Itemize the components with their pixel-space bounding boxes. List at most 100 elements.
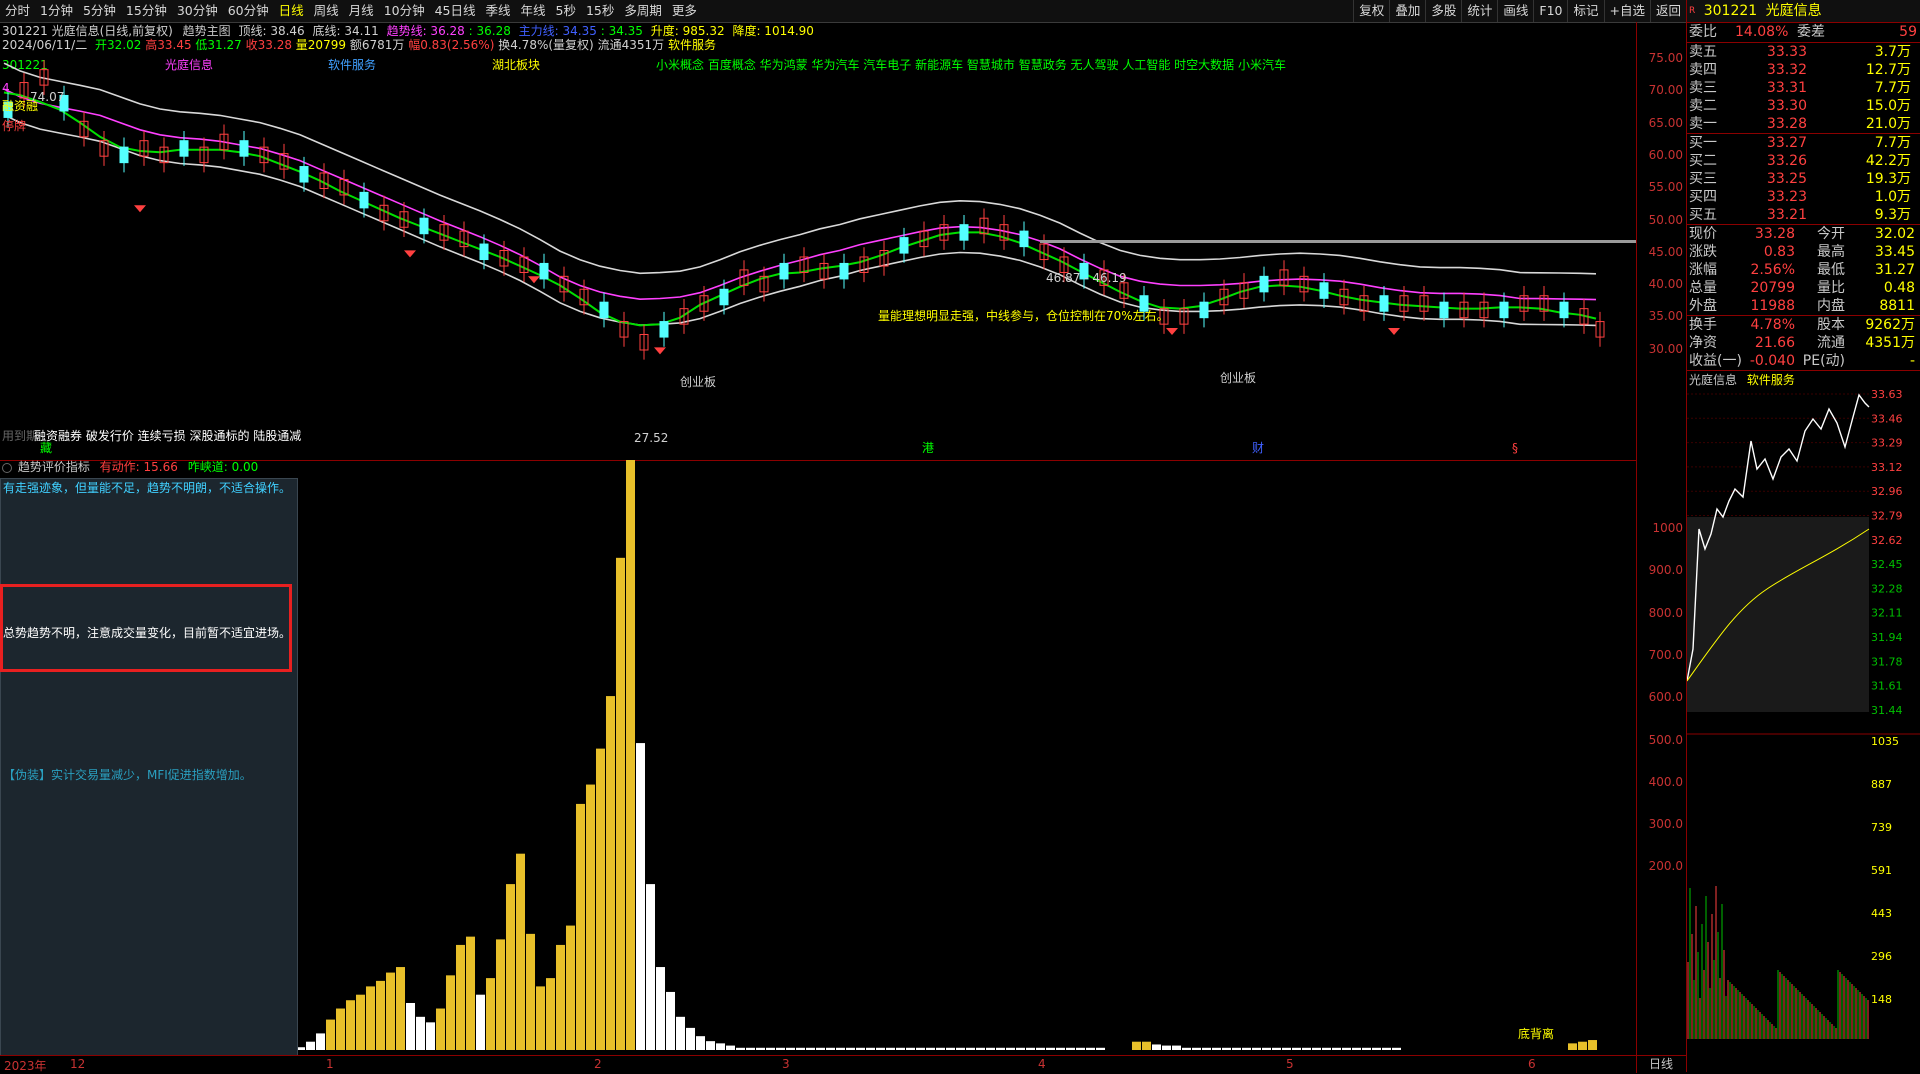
volume-bar (1152, 1044, 1161, 1050)
stat-label: 换手 (1689, 317, 1717, 333)
stat-row: 外盘 11988 内盘 8811 (1687, 297, 1920, 315)
toolbar-button[interactable]: 复权 (1353, 0, 1389, 22)
price-chart-panel[interactable]: 301221 光庭信息(日线,前复权) 趋势主图 顶线: 38.46 底线: 3… (0, 22, 1636, 461)
volume-bar (746, 1047, 755, 1050)
sell-marker-icon (404, 250, 416, 258)
volume-bar (856, 1047, 865, 1050)
mini-price-tick: 32.96 (1871, 485, 1903, 498)
mini-sector[interactable]: 软件服务 (1747, 373, 1795, 387)
sell-marker-icon (528, 276, 540, 284)
volume-bar (1056, 1047, 1065, 1050)
bid-book: 买一 33.27 7.7万 买二 33.26 42.2万 买三 33.25 19.3万 买四 33.… (1687, 134, 1920, 224)
volume-bar (986, 1047, 995, 1050)
ask-book: 卖五 33.33 3.7万 卖四 33.32 12.7万 卖三 33.31 7.7万 卖二 33.3… (1687, 43, 1920, 133)
period-tab[interactable]: 5秒 (551, 0, 581, 22)
bottom-marker: 港 (922, 441, 934, 455)
period-tab[interactable]: 日线 (274, 0, 309, 22)
volume-bar (606, 696, 615, 1050)
stat-label: 量比 (1817, 280, 1845, 296)
period-tab[interactable]: 更多 (667, 0, 702, 22)
mini-title[interactable]: 光庭信息 (1689, 373, 1737, 387)
volume-bar (646, 884, 655, 1050)
toolbar-button[interactable]: 多股 (1425, 0, 1461, 22)
bid-price: 33.27 (1766, 135, 1807, 151)
stat-value: 20799 (1750, 280, 1795, 296)
volume-bar (996, 1047, 1005, 1050)
period-tab[interactable]: 10分钟 (379, 0, 430, 22)
ask-price: 33.32 (1766, 62, 1807, 78)
ask-row: 卖四 33.32 12.7万 (1687, 61, 1920, 79)
candle-body (539, 262, 549, 280)
bid-volume: 19.3万 (1865, 171, 1911, 187)
volume-tick: 1000 (1652, 521, 1683, 535)
toolbar-button[interactable]: 叠加 (1389, 0, 1425, 22)
stats-table: 现价 33.28 今开 32.02 涨跌 0.83 最高 33.45 涨幅 2.56% 最低 31.2… (1687, 225, 1920, 315)
candle-body (659, 321, 669, 338)
volume-bar (336, 1008, 345, 1050)
candle-body (1499, 301, 1509, 319)
period-tab[interactable]: 45日线 (430, 0, 481, 22)
period-tab[interactable]: 30分钟 (172, 0, 223, 22)
period-indicator: 日线 (1649, 1057, 1674, 1071)
volume-bar (1232, 1047, 1241, 1050)
period-tab[interactable]: 多周期 (619, 0, 667, 22)
ask-label: 卖五 (1689, 44, 1717, 60)
volume-tick: 300.0 (1648, 817, 1683, 832)
volume-bar (596, 748, 605, 1050)
volume-bar (1578, 1041, 1587, 1050)
period-tab[interactable]: 周线 (309, 0, 344, 22)
volume-bar (1192, 1047, 1201, 1050)
period-tab[interactable]: 60分钟 (223, 0, 274, 22)
date-tick-1: 1 (326, 1057, 334, 1071)
volume-bar (426, 1022, 435, 1050)
volume-bar (376, 980, 385, 1050)
volume-bar (566, 925, 575, 1050)
ask-price: 33.28 (1766, 116, 1807, 132)
toolbar-button[interactable]: 画线 (1497, 0, 1533, 22)
toolbar-button[interactable]: 返回 (1649, 0, 1686, 22)
trend-evaluation-box: 有走强迹象，但量能不足，趋势不明朗，不适合操作。 总势趋势不明，注意成交量变化，… (0, 478, 298, 1056)
ask-row: 卖三 33.31 7.7万 (1687, 79, 1920, 97)
low-price-mark: 27.52 (634, 431, 668, 445)
volume-bar (1036, 1047, 1045, 1050)
toolbar-button[interactable]: +自选 (1603, 0, 1650, 22)
webi-value: 14.08% (1735, 24, 1789, 40)
intraday-chart-svg[interactable]: 33.63 33.46 33.29 33.12 32.96 32.79 32.62 32.45… (1686, 388, 1920, 1039)
candle-body (239, 140, 249, 157)
volume-bar (1026, 1047, 1035, 1050)
period-tab[interactable]: 5分钟 (78, 0, 121, 22)
period-tab[interactable]: 15分钟 (121, 0, 172, 22)
period-tab[interactable]: 年线 (516, 0, 551, 22)
quote-code: 301221 (1703, 3, 1758, 19)
left-tag: 停牌 (2, 118, 26, 133)
date-year: 2023年 (4, 1059, 47, 1073)
period-tab[interactable]: 分时 (0, 0, 35, 22)
stat-label: 最低 (1817, 262, 1845, 278)
ask-row: 卖一 33.28 21.0万 (1687, 115, 1920, 133)
mini-volume-tick: 739 (1871, 821, 1892, 834)
toolbar-button[interactable]: 标记 (1567, 0, 1603, 22)
bid-volume: 42.2万 (1865, 153, 1911, 169)
period-tab[interactable]: 1分钟 (35, 0, 78, 22)
period-tab[interactable]: 季线 (481, 0, 516, 22)
volume-bar (526, 933, 535, 1050)
price-axis: 75.00 70.00 65.00 60.00 55.00 50.00 45.00 40.00… (1636, 22, 1687, 460)
period-toolbar: 分时 1分钟 5分钟 15分钟 30分钟 60分钟 日线 周线 月线 10分钟 45日线 季线 年线 5秒… (0, 0, 1686, 23)
volume-bar (1046, 1047, 1055, 1050)
toolbar-button[interactable]: F10 (1533, 0, 1567, 22)
volume-bar (636, 743, 645, 1050)
volume-bar (576, 803, 585, 1050)
volume-bar (1066, 1047, 1075, 1050)
period-tab[interactable]: 月线 (344, 0, 379, 22)
volume-bar (966, 1047, 975, 1050)
volume-bar (816, 1047, 825, 1050)
volume-bar (766, 1047, 775, 1050)
volume-bar (1362, 1047, 1371, 1050)
ask-row: 卖二 33.30 15.0万 (1687, 97, 1920, 115)
ask-volume: 3.7万 (1874, 44, 1911, 60)
period-tab[interactable]: 15秒 (581, 0, 619, 22)
eval-line-1: 有走强迹象，但量能不足，趋势不明朗，不适合操作。 (3, 481, 292, 495)
mini-price-tick: 31.78 (1871, 655, 1903, 668)
volume-tick: 600.0 (1648, 690, 1683, 705)
toolbar-button[interactable]: 统计 (1461, 0, 1497, 22)
